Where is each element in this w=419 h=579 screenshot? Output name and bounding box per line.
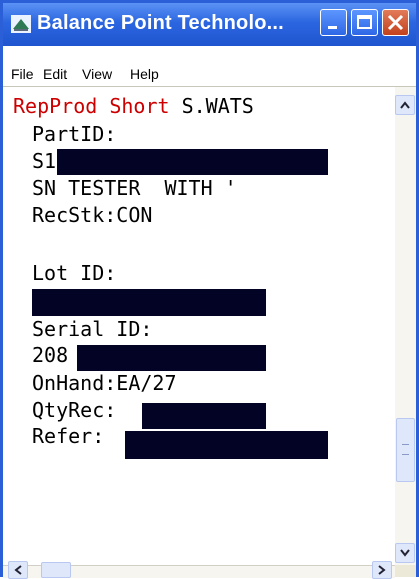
minimize-icon [328, 26, 337, 29]
app-window: Balance Point Technolo... File Edit View… [0, 0, 419, 579]
scroll-down-button[interactable] [395, 543, 415, 563]
redacted-serial-id[interactable] [77, 345, 266, 371]
scroll-thumb[interactable] [396, 418, 415, 482]
part-id-value: S1 [32, 149, 57, 173]
window-title: Balance Point Technolo... [37, 12, 284, 34]
close-icon [387, 14, 404, 31]
close-button[interactable] [382, 9, 409, 36]
serial-id-value: 208 [32, 343, 69, 367]
horizontal-scroll-thumb[interactable] [41, 562, 71, 578]
chevron-up-icon [400, 101, 410, 109]
scroll-left-button[interactable] [8, 561, 28, 579]
redacted-qty-rec[interactable] [142, 403, 266, 429]
maximize-icon [357, 15, 372, 29]
redacted-lot-id[interactable] [32, 289, 266, 316]
menu-edit[interactable]: Edit [43, 66, 67, 82]
redacted-part-id [57, 149, 328, 175]
menu-bar: File Edit View Help [3, 46, 416, 87]
part-id-label: PartID: [32, 122, 117, 146]
grip-icon [402, 444, 409, 455]
vertical-scrollbar[interactable] [395, 87, 416, 565]
header-title: RepProd Short [13, 94, 170, 118]
menu-view[interactable]: View [82, 66, 112, 82]
chevron-left-icon [14, 565, 22, 575]
lot-id-label: Lot ID: [32, 261, 117, 285]
title-bar: Balance Point Technolo... [3, 3, 416, 46]
maximize-button[interactable] [351, 9, 378, 36]
app-icon [11, 15, 31, 33]
redacted-refer[interactable] [125, 431, 328, 459]
screen-header: RepProd Short S.WATS [13, 94, 254, 118]
refer-label: Refer: [32, 424, 105, 448]
serial-id-label: Serial ID: [32, 317, 153, 341]
qty-rec-label: QtyRec: [32, 398, 117, 422]
scroll-right-button[interactable] [372, 561, 392, 579]
header-user: S.WATS [169, 94, 254, 118]
horizontal-scrollbar[interactable] [3, 561, 395, 579]
menu-file[interactable]: File [11, 66, 34, 82]
minimize-button[interactable] [320, 9, 347, 36]
chevron-down-icon [400, 549, 410, 557]
resize-grip[interactable] [395, 565, 416, 577]
chevron-right-icon [378, 565, 386, 575]
rec-stock: RecStk:CON [32, 203, 153, 227]
scroll-up-button[interactable] [395, 95, 415, 115]
part-description: SN TESTER WITH ' [32, 176, 237, 200]
menu-help[interactable]: Help [130, 66, 159, 82]
terminal-screen[interactable]: RepProd Short S.WATS PartID: S1 SN TESTE… [3, 87, 396, 565]
on-hand: OnHand:EA/27 [32, 371, 177, 395]
